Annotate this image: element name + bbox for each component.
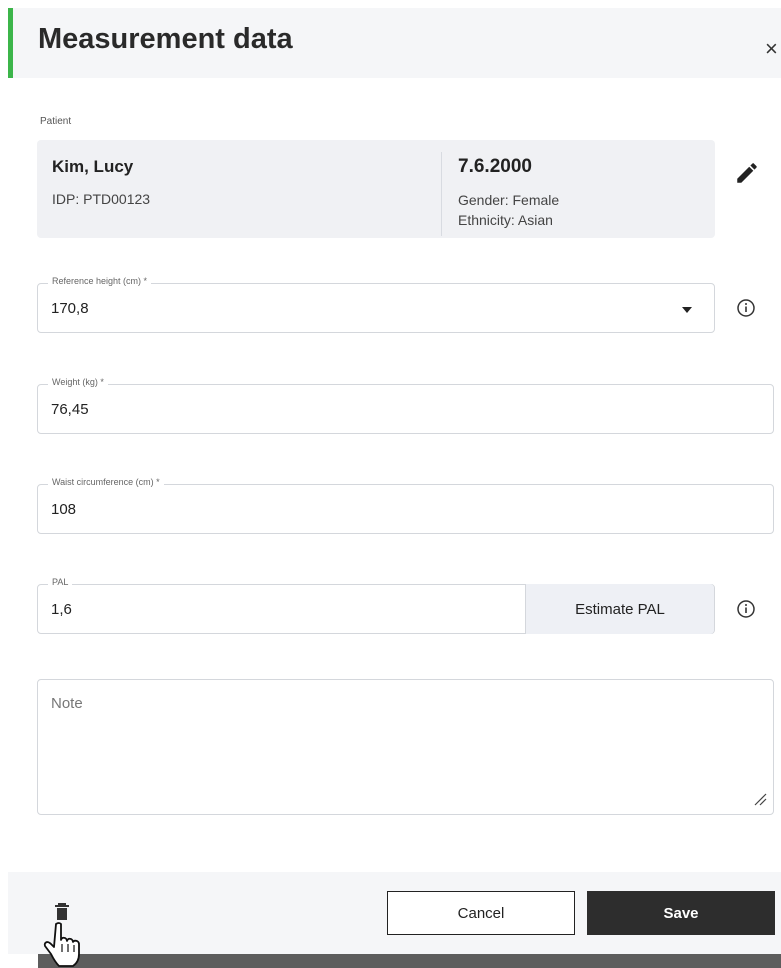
info-icon[interactable] [736,298,756,318]
weight-input[interactable]: Weight (kg) * 76,45 [37,377,774,434]
cancel-button[interactable]: Cancel [387,891,575,935]
note-textarea[interactable]: Note [37,679,774,815]
note-placeholder: Note [51,695,83,712]
info-icon[interactable] [736,599,756,619]
dropdown-arrow-icon[interactable] [682,307,692,313]
waist-circumference-label: Waist circumference (cm) * [48,477,164,487]
close-icon[interactable]: × [765,38,778,60]
weight-label: Weight (kg) * [48,377,108,387]
dialog-title: Measurement data [38,23,293,55]
pal-input[interactable]: PAL 1,6 Estimate PAL [37,577,715,634]
waist-circumference-input[interactable]: Waist circumference (cm) * 108 [37,477,774,534]
resize-handle-icon[interactable] [753,792,767,806]
patient-card-divider [441,152,442,236]
patient-name: Kim, Lucy [52,157,134,176]
dialog-header: Measurement data × [8,8,781,78]
pal-value: 1,6 [51,601,72,618]
trash-icon[interactable] [54,901,70,921]
patient-card: Kim, Lucy IDP: PTD00123 7.6.2000 Gender:… [37,140,715,238]
patient-ethnicity: Ethnicity: Asian [458,212,553,228]
patient-section-label: Patient [40,116,72,127]
pal-label: PAL [48,577,73,587]
weight-value: 76,45 [51,401,89,418]
save-button[interactable]: Save [587,891,775,935]
reference-height-label: Reference height (cm) * [48,276,152,286]
reference-height-value: 170,8 [51,300,89,317]
patient-idp: IDP: PTD00123 [52,191,151,207]
waist-circumference-value: 108 [51,501,77,518]
bottom-bar [38,954,781,968]
measurement-dialog: Measurement data × Patient Kim, Lucy IDP… [0,0,781,968]
pencil-icon[interactable] [734,160,760,186]
patient-gender: Gender: Female [458,192,560,208]
patient-birth-date: 7.6.2000 [458,156,532,177]
hand-cursor-icon [43,922,80,967]
estimate-pal-button[interactable]: Estimate PAL [525,584,714,634]
reference-height-select[interactable]: Reference height (cm) * 170,8 [37,276,715,333]
